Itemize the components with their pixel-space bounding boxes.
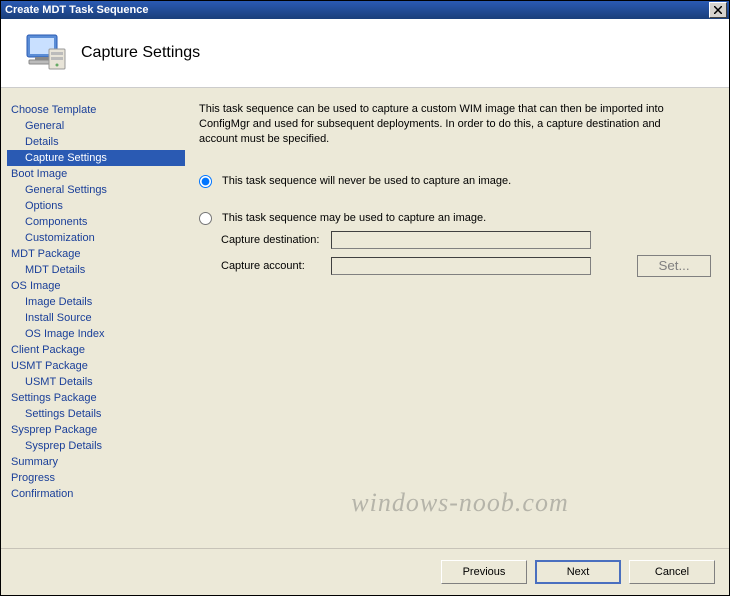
radio-may-capture[interactable] xyxy=(199,212,212,225)
page-description: This task sequence can be used to captur… xyxy=(199,102,689,147)
cancel-button[interactable]: Cancel xyxy=(629,560,715,584)
computer-icon xyxy=(21,29,69,77)
nav-general-settings[interactable]: General Settings xyxy=(7,182,185,198)
nav-usmt-details[interactable]: USMT Details xyxy=(7,374,185,390)
capture-form: Capture destination: Capture account: Se… xyxy=(221,231,711,277)
page-title: Capture Settings xyxy=(81,44,200,62)
capture-account-input[interactable] xyxy=(331,257,591,275)
watermark: windows-noob.com xyxy=(351,488,569,518)
wizard-main: This task sequence can be used to captur… xyxy=(191,88,729,548)
radio-never-capture[interactable] xyxy=(199,175,212,188)
nav-image-details[interactable]: Image Details xyxy=(7,294,185,310)
capture-destination-input[interactable] xyxy=(331,231,591,249)
radio-never-capture-label: This task sequence will never be used to… xyxy=(222,175,511,187)
nav-choose-template[interactable]: Choose Template xyxy=(7,102,185,118)
nav-settings-details[interactable]: Settings Details xyxy=(7,406,185,422)
set-button[interactable]: Set... xyxy=(637,255,711,277)
close-icon xyxy=(714,6,722,14)
capture-destination-label: Capture destination: xyxy=(221,234,331,246)
radio-may-capture-row[interactable]: This task sequence may be used to captur… xyxy=(199,212,711,225)
nav-customization[interactable]: Customization xyxy=(7,230,185,246)
next-button[interactable]: Next xyxy=(535,560,621,584)
nav-confirmation[interactable]: Confirmation xyxy=(7,486,185,502)
nav-general[interactable]: General xyxy=(7,118,185,134)
nav-summary[interactable]: Summary xyxy=(7,454,185,470)
close-button[interactable] xyxy=(709,2,727,18)
wizard-body: Choose Template General Details Capture … xyxy=(1,88,729,548)
nav-components[interactable]: Components xyxy=(7,214,185,230)
title-bar: Create MDT Task Sequence xyxy=(1,1,729,19)
nav-settings-package[interactable]: Settings Package xyxy=(7,390,185,406)
wizard-window: Create MDT Task Sequence Capture Setting… xyxy=(0,0,730,596)
nav-progress[interactable]: Progress xyxy=(7,470,185,486)
nav-boot-image[interactable]: Boot Image xyxy=(7,166,185,182)
nav-sysprep-package[interactable]: Sysprep Package xyxy=(7,422,185,438)
wizard-header: Capture Settings xyxy=(1,19,729,88)
radio-never-capture-row[interactable]: This task sequence will never be used to… xyxy=(199,175,711,188)
nav-capture-settings[interactable]: Capture Settings xyxy=(7,150,185,166)
nav-os-image-index[interactable]: OS Image Index xyxy=(7,326,185,342)
wizard-nav: Choose Template General Details Capture … xyxy=(1,88,191,548)
radio-may-capture-label: This task sequence may be used to captur… xyxy=(222,212,486,224)
nav-client-package[interactable]: Client Package xyxy=(7,342,185,358)
nav-mdt-package[interactable]: MDT Package xyxy=(7,246,185,262)
nav-sysprep-details[interactable]: Sysprep Details xyxy=(7,438,185,454)
nav-details[interactable]: Details xyxy=(7,134,185,150)
nav-install-source[interactable]: Install Source xyxy=(7,310,185,326)
window-title: Create MDT Task Sequence xyxy=(5,4,148,16)
nav-usmt-package[interactable]: USMT Package xyxy=(7,358,185,374)
nav-mdt-details[interactable]: MDT Details xyxy=(7,262,185,278)
wizard-footer: Previous Next Cancel xyxy=(1,548,729,595)
previous-button[interactable]: Previous xyxy=(441,560,527,584)
nav-os-image[interactable]: OS Image xyxy=(7,278,185,294)
nav-options[interactable]: Options xyxy=(7,198,185,214)
capture-account-label: Capture account: xyxy=(221,260,331,272)
